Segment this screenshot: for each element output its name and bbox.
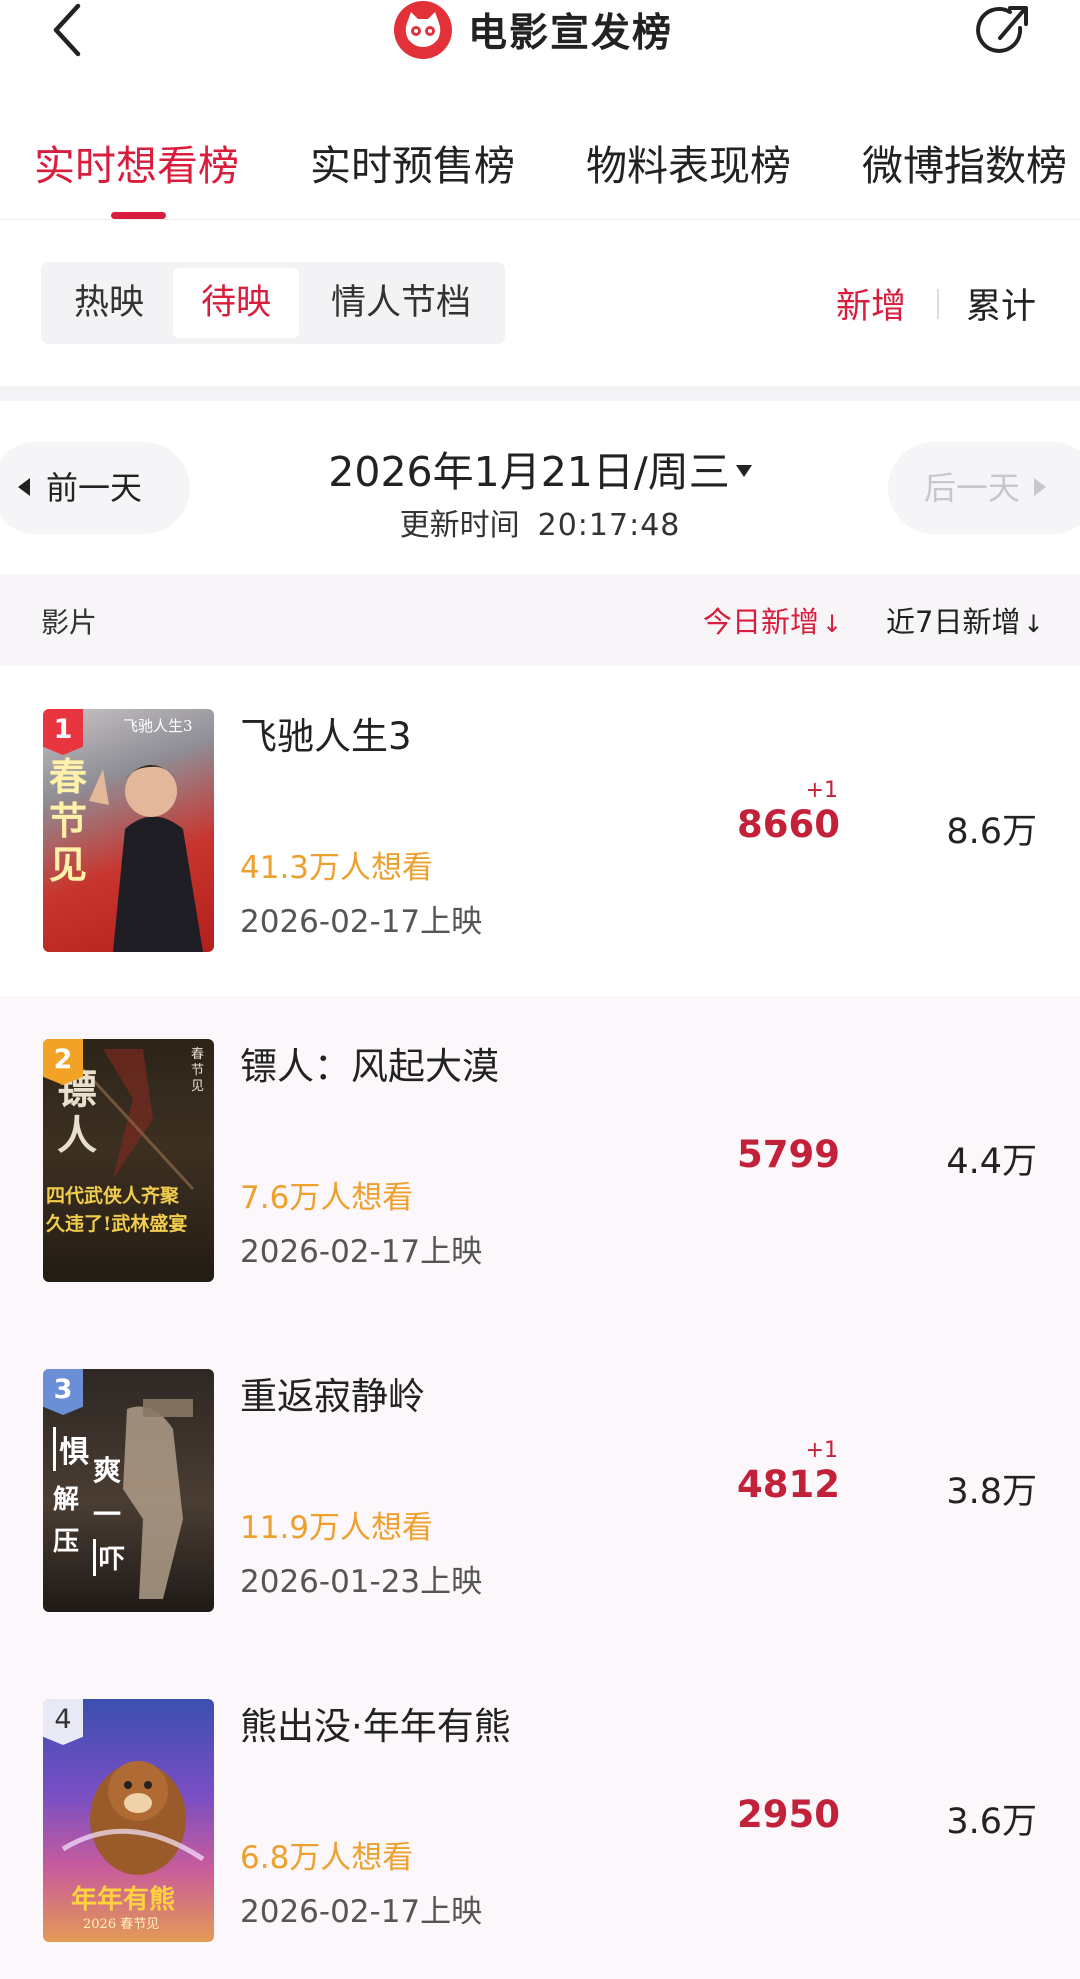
app-screen: 电影宣发榜 实时想看榜 实时预售榜 物料表现榜 微博指数榜 热映 待映 情人节档… xyxy=(0,0,1080,1979)
ranking-column-header: 影片 今日新增 ↓ 近7日新增 ↓ xyxy=(0,574,1080,666)
section-divider xyxy=(0,386,1080,401)
next-day-label: 后一天 xyxy=(924,469,1021,507)
want-count: 6.8万人想看 xyxy=(240,1840,414,1876)
release-date: 2026-01-23上映 xyxy=(240,1564,483,1600)
sort-down-icon: ↓ xyxy=(822,610,843,638)
week-new-value: 8.6万 xyxy=(946,812,1037,852)
today-new-value: 4812 xyxy=(737,1463,840,1506)
release-date: 2026-02-17上映 xyxy=(240,1894,483,1930)
release-status-segment: 热映 待映 情人节档 xyxy=(41,262,505,344)
page-title: 电影宣发榜 xyxy=(468,11,674,56)
top-bar: 电影宣发榜 xyxy=(0,0,1080,72)
poster-slogan: 年年有熊 xyxy=(71,1885,176,1915)
poster-slogan-2: 解压 xyxy=(53,1485,80,1557)
week-new-value: 3.8万 xyxy=(946,1472,1037,1512)
movie-poster: 惧 解压 爽一 吓 3 xyxy=(43,1369,214,1612)
update-time-value: 20:17:48 xyxy=(537,508,681,543)
want-count: 7.6万人想看 xyxy=(240,1180,414,1216)
share-icon xyxy=(976,6,1028,53)
poster-tagline-1: 四代武侠人齐聚 xyxy=(46,1185,180,1207)
active-tab-indicator xyxy=(111,212,166,219)
chevron-left-icon xyxy=(53,3,81,57)
mode-new[interactable]: 新增 xyxy=(836,278,906,329)
update-time: 更新时间 20:17:48 xyxy=(300,500,780,544)
segment-upcoming[interactable]: 待映 xyxy=(173,268,299,338)
movie-row[interactable]: 惧 解压 爽一 吓 3 重返寂静岭 11.9万人想看 2026-01-23上映 … xyxy=(0,1326,1080,1656)
release-date: 2026-02-17上映 xyxy=(240,904,483,940)
week-new-value: 4.4万 xyxy=(946,1142,1037,1182)
mode-divider xyxy=(937,289,939,319)
want-count: 41.3万人想看 xyxy=(240,850,434,886)
column-today-new[interactable]: 今日新增 ↓ xyxy=(703,599,842,641)
release-date: 2026-02-17上映 xyxy=(240,1234,483,1270)
poster-title-text: 2026 春节见 xyxy=(83,1917,160,1932)
rank-badge: 2 xyxy=(43,1039,83,1085)
week-new-value: 3.6万 xyxy=(946,1802,1037,1842)
want-count: 11.9万人想看 xyxy=(240,1510,434,1546)
movie-row[interactable]: 镖人 四代武侠人齐聚 久违了!武林盛宴 春节见 2 镖人：风起大漠 7.6万人想… xyxy=(0,996,1080,1326)
column-7day-new-label: 近7日新增 xyxy=(886,605,1021,639)
poster-side-text-2: 吓 xyxy=(93,1539,125,1576)
poster-slogan: 春节见 xyxy=(49,754,88,887)
sort-down-icon: ↓ xyxy=(1023,610,1044,638)
share-button[interactable] xyxy=(976,2,1036,62)
rank-change: +1 xyxy=(805,778,838,803)
date-selector[interactable]: 2026年1月21日/周三 xyxy=(300,438,780,498)
tab-realtime-presale[interactable]: 实时预售榜 xyxy=(310,132,515,192)
rank-badge: 4 xyxy=(43,1699,83,1745)
today-new-value: 8660 xyxy=(737,803,840,846)
movie-title: 重返寂静岭 xyxy=(240,1375,425,1418)
movie-title: 熊出没·年年有熊 xyxy=(240,1705,511,1748)
poster-title-text: 飞驰人生3 xyxy=(123,717,193,735)
column-7day-new[interactable]: 近7日新增 ↓ xyxy=(886,599,1044,641)
movie-poster: 镖人 四代武侠人齐聚 久违了!武林盛宴 春节见 2 xyxy=(43,1039,214,1282)
column-today-new-label: 今日新增 xyxy=(703,605,820,639)
today-new-value: 2950 xyxy=(737,1793,840,1836)
prev-day-label: 前一天 xyxy=(46,469,143,507)
tab-weibo-index[interactable]: 微博指数榜 xyxy=(862,132,1067,192)
column-film: 影片 xyxy=(41,606,98,639)
prev-day-button[interactable]: 前一天 xyxy=(0,442,190,534)
rank-change: +1 xyxy=(805,1438,838,1463)
back-button[interactable] xyxy=(46,2,90,58)
movie-title: 飞驰人生3 xyxy=(240,715,412,758)
poster-slogan: 惧 xyxy=(53,1427,89,1471)
rank-badge: 3 xyxy=(43,1369,83,1415)
update-time-label: 更新时间 xyxy=(399,508,520,543)
poster-side-text: 爽一 xyxy=(93,1454,122,1531)
caret-down-icon xyxy=(735,465,752,477)
movie-poster: 春节见 飞驰人生3 1 xyxy=(43,709,214,952)
next-day-button[interactable]: 后一天 xyxy=(888,442,1080,534)
main-tab-bar: 实时想看榜 实时预售榜 物料表现榜 微博指数榜 xyxy=(0,124,1080,220)
maoyan-cat-logo-icon xyxy=(394,1,452,59)
tab-material-performance[interactable]: 物料表现榜 xyxy=(586,132,791,192)
today-new-value: 5799 xyxy=(737,1133,840,1176)
poster-title-text: 春节见 xyxy=(191,1047,205,1094)
header-brand: 电影宣发榜 xyxy=(394,0,673,60)
triangle-right-icon xyxy=(1034,478,1047,496)
poster-tagline-2: 久违了!武林盛宴 xyxy=(46,1213,188,1235)
mode-cumulative[interactable]: 累计 xyxy=(966,278,1036,329)
movie-title: 镖人：风起大漠 xyxy=(240,1045,499,1088)
movie-row[interactable]: 年年有熊 2026 春节见 4 熊出没·年年有熊 6.8万人想看 2026-02… xyxy=(0,1656,1080,1979)
date-label: 2026年1月21日/周三 xyxy=(328,448,730,496)
segment-now-showing[interactable]: 热映 xyxy=(49,268,169,338)
segment-valentine-slot[interactable]: 情人节档 xyxy=(303,268,499,338)
movie-row[interactable]: 春节见 飞驰人生3 1 飞驰人生3 41.3万人想看 2026-02-17上映 … xyxy=(0,666,1080,996)
rank-badge: 1 xyxy=(43,709,83,755)
movie-poster: 年年有熊 2026 春节见 4 xyxy=(43,1699,214,1942)
triangle-left-icon xyxy=(18,478,30,496)
tab-realtime-want[interactable]: 实时想看榜 xyxy=(34,132,239,192)
